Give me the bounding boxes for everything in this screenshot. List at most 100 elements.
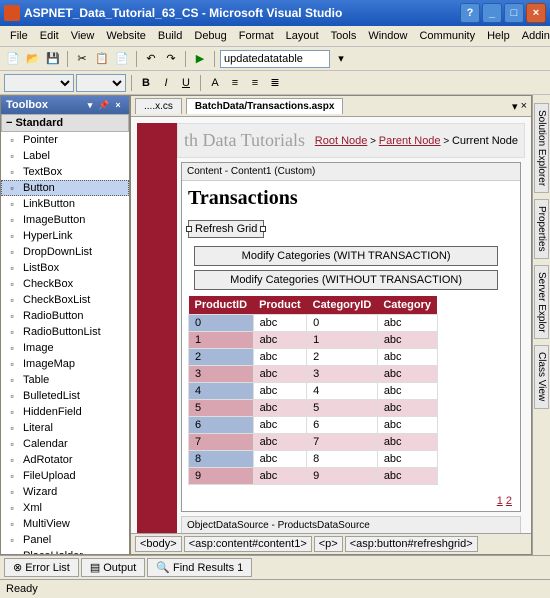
toolbox-item-panel[interactable]: ▫Panel [1, 532, 129, 548]
toolbox-pin-icon[interactable]: 📌 [98, 99, 110, 111]
menu-addins[interactable]: Addins [516, 28, 550, 44]
content-placeholder[interactable]: Content - Content1 (Custom) Transactions… [181, 162, 521, 512]
grid-header[interactable]: Product [253, 296, 307, 315]
refresh-grid-button[interactable]: Refresh Grid [188, 220, 264, 238]
toolbox-item-imagebutton[interactable]: ▫ImageButton [1, 212, 129, 228]
menu-window[interactable]: Window [362, 28, 413, 44]
toolbox-item-placeholder[interactable]: ▫PlaceHolder [1, 548, 129, 554]
toolbox-item-xml[interactable]: ▫Xml [1, 500, 129, 516]
tag-p[interactable]: <p> [314, 536, 343, 552]
page-2[interactable]: 2 [506, 495, 512, 507]
save-icon[interactable]: 💾 [44, 50, 62, 68]
toolbox-item-imagemap[interactable]: ▫ImageMap [1, 356, 129, 372]
server-explorer-tab[interactable]: Server Explor [534, 265, 549, 340]
tab-dropdown-icon[interactable]: ▾ [512, 100, 518, 113]
toolbox-item-checkbox[interactable]: ▫CheckBox [1, 276, 129, 292]
align-left-icon[interactable]: ≡ [226, 74, 244, 92]
toolbox-item-radiobuttonlist[interactable]: ▫RadioButtonList [1, 324, 129, 340]
toolbox-item-multiview[interactable]: ▫MultiView [1, 516, 129, 532]
grid-header[interactable]: ProductID [189, 296, 254, 315]
toolbox-item-fileupload[interactable]: ▫FileUpload [1, 468, 129, 484]
italic-icon[interactable]: I [157, 74, 175, 92]
breadcrumb-root[interactable]: Root Node [315, 135, 368, 147]
tab-active[interactable]: BatchData/Transactions.aspx [186, 98, 344, 114]
underline-icon[interactable]: U [177, 74, 195, 92]
help-button[interactable]: ? [460, 3, 480, 23]
products-grid[interactable]: ProductIDProductCategoryIDCategory0abc0a… [188, 296, 438, 485]
design-surface[interactable]: th Data Tutorials Root Node > Parent Nod… [131, 117, 531, 533]
menu-format[interactable]: Format [233, 28, 280, 44]
run-icon[interactable]: ▶ [191, 50, 209, 68]
toolbox-item-listbox[interactable]: ▫ListBox [1, 260, 129, 276]
menu-build[interactable]: Build [152, 28, 188, 44]
class-view-tab[interactable]: Class View [534, 345, 549, 408]
properties-tab[interactable]: Properties [534, 199, 549, 259]
breadcrumb-parent[interactable]: Parent Node [379, 135, 441, 147]
modify-with-transaction-button[interactable]: Modify Categories (WITH TRANSACTION) [194, 246, 498, 266]
toolbox-item-radiobutton[interactable]: ▫RadioButton [1, 308, 129, 324]
error-list-tab[interactable]: ⊗Error List [4, 558, 79, 577]
open-icon[interactable]: 📂 [24, 50, 42, 68]
tab-inactive[interactable]: ....x.cs [135, 98, 182, 114]
new-icon[interactable]: 📄 [4, 50, 22, 68]
tag-button[interactable]: <asp:button#refreshgrid> [345, 536, 478, 552]
menu-debug[interactable]: Debug [188, 28, 232, 44]
toolbox-item-textbox[interactable]: ▫TextBox [1, 164, 129, 180]
toolbox-category[interactable]: − Standard [1, 114, 129, 132]
toolbox-item-table[interactable]: ▫Table [1, 372, 129, 388]
toolbox-item-hiddenfield[interactable]: ▫HiddenField [1, 404, 129, 420]
toolbox-item-literal[interactable]: ▫Literal [1, 420, 129, 436]
grid-header[interactable]: CategoryID [307, 296, 378, 315]
table-row[interactable]: 8abc8abc [189, 451, 438, 468]
dropdown-icon[interactable]: ▾ [332, 50, 350, 68]
close-button[interactable]: × [526, 3, 546, 23]
grid-header[interactable]: Category [377, 296, 437, 315]
forecolor-icon[interactable]: A [206, 74, 224, 92]
table-row[interactable]: 3abc3abc [189, 366, 438, 383]
menu-edit[interactable]: Edit [34, 28, 65, 44]
toolbox-dropdown-icon[interactable]: ▾ [84, 99, 96, 111]
toolbox-item-image[interactable]: ▫Image [1, 340, 129, 356]
table-row[interactable]: 5abc5abc [189, 400, 438, 417]
align-center-icon[interactable]: ≡ [246, 74, 264, 92]
menu-help[interactable]: Help [481, 28, 516, 44]
find-results-tab[interactable]: 🔍Find Results 1 [147, 558, 252, 577]
menu-website[interactable]: Website [100, 28, 152, 44]
toolbox-item-calendar[interactable]: ▫Calendar [1, 436, 129, 452]
toolbox-item-label[interactable]: ▫Label [1, 148, 129, 164]
page-1[interactable]: 1 [497, 495, 503, 507]
maximize-button[interactable]: □ [504, 3, 524, 23]
list-icon[interactable]: ≣ [266, 74, 284, 92]
table-row[interactable]: 9abc9abc [189, 468, 438, 485]
cut-icon[interactable]: ✂ [73, 50, 91, 68]
output-tab[interactable]: ▤Output [81, 558, 145, 577]
tag-body[interactable]: <body> [135, 536, 182, 552]
table-row[interactable]: 0abc0abc [189, 315, 438, 332]
toolbox-item-bulletedlist[interactable]: ▫BulletedList [1, 388, 129, 404]
menu-file[interactable]: File [4, 28, 34, 44]
menu-tools[interactable]: Tools [325, 28, 363, 44]
table-row[interactable]: 2abc2abc [189, 349, 438, 366]
toolbox-item-dropdownlist[interactable]: ▫DropDownList [1, 244, 129, 260]
toolbox-item-hyperlink[interactable]: ▫HyperLink [1, 228, 129, 244]
menu-layout[interactable]: Layout [280, 28, 325, 44]
minimize-button[interactable]: _ [482, 3, 502, 23]
redo-icon[interactable]: ↷ [162, 50, 180, 68]
toolbox-item-pointer[interactable]: ▫Pointer [1, 132, 129, 148]
table-row[interactable]: 1abc1abc [189, 332, 438, 349]
modify-without-transaction-button[interactable]: Modify Categories (WITHOUT TRANSACTION) [194, 270, 498, 290]
solution-explorer-tab[interactable]: Solution Explorer [534, 103, 549, 193]
toolbox-item-checkboxlist[interactable]: ▫CheckBoxList [1, 292, 129, 308]
size-select[interactable] [76, 74, 126, 92]
table-row[interactable]: 6abc6abc [189, 417, 438, 434]
copy-icon[interactable]: 📋 [93, 50, 111, 68]
config-input[interactable] [220, 50, 330, 68]
toolbox-close-icon[interactable]: × [112, 99, 124, 111]
toolbox-item-adrotator[interactable]: ▫AdRotator [1, 452, 129, 468]
undo-icon[interactable]: ↶ [142, 50, 160, 68]
font-select[interactable] [4, 74, 74, 92]
bold-icon[interactable]: B [137, 74, 155, 92]
toolbox-item-wizard[interactable]: ▫Wizard [1, 484, 129, 500]
tab-close-icon[interactable]: × [521, 100, 527, 113]
paste-icon[interactable]: 📄 [113, 50, 131, 68]
